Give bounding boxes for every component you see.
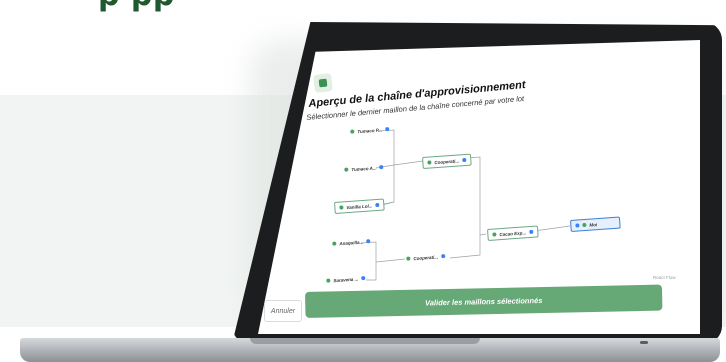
status-dot — [492, 232, 497, 237]
handle-dot — [461, 157, 467, 163]
edge-to-cooperati-1 — [393, 160, 424, 166]
laptop-indicator-led — [640, 341, 648, 344]
laptop-screen: × Aperçu de la chaîne d'approvisionnemen… — [258, 40, 700, 334]
handle-dot — [440, 254, 446, 259]
handle-dot — [384, 127, 389, 132]
status-dot — [326, 278, 331, 283]
status-dot — [339, 205, 344, 210]
chain-node-label: Tumaco P... — [357, 127, 383, 134]
react-flow-attribution[interactable]: React Flow — [653, 275, 676, 280]
chain-node-label: Tumaco A... — [351, 164, 377, 172]
status-dot — [332, 241, 337, 246]
handle-dot — [375, 202, 380, 208]
hero-heading: p pp — [98, 0, 175, 13]
cancel-button[interactable]: Annuler — [264, 300, 302, 322]
chain-node-label: Moi — [589, 221, 598, 228]
edge-cooperati-2-to-cacao — [449, 235, 481, 259]
handle-dot — [366, 239, 371, 244]
chain-node-label: Cooperati... — [434, 157, 460, 165]
status-dot — [582, 222, 587, 228]
chain-node-label: Cooperati... — [413, 253, 439, 261]
status-dot — [350, 129, 355, 134]
edge-cooperati-1-to-cacao — [467, 156, 487, 236]
handle-dot — [575, 223, 580, 228]
chain-node-label: Anaquilla... — [339, 239, 364, 246]
status-dot — [427, 160, 432, 165]
handle-dot — [528, 229, 534, 235]
status-dot — [344, 167, 349, 172]
status-dot — [406, 256, 411, 261]
handle-dot — [379, 164, 384, 170]
chain-node-label: Cacao Exp... — [499, 229, 527, 237]
edge-to-cooperati-2 — [375, 258, 406, 263]
laptop-hinge-slot — [250, 338, 480, 344]
chain-node-label: Saravena ... — [333, 275, 359, 283]
chain-node-label: Vanilla Lol... — [346, 202, 373, 210]
handle-dot — [361, 275, 366, 281]
edge-cacao-to-moi — [533, 225, 571, 232]
